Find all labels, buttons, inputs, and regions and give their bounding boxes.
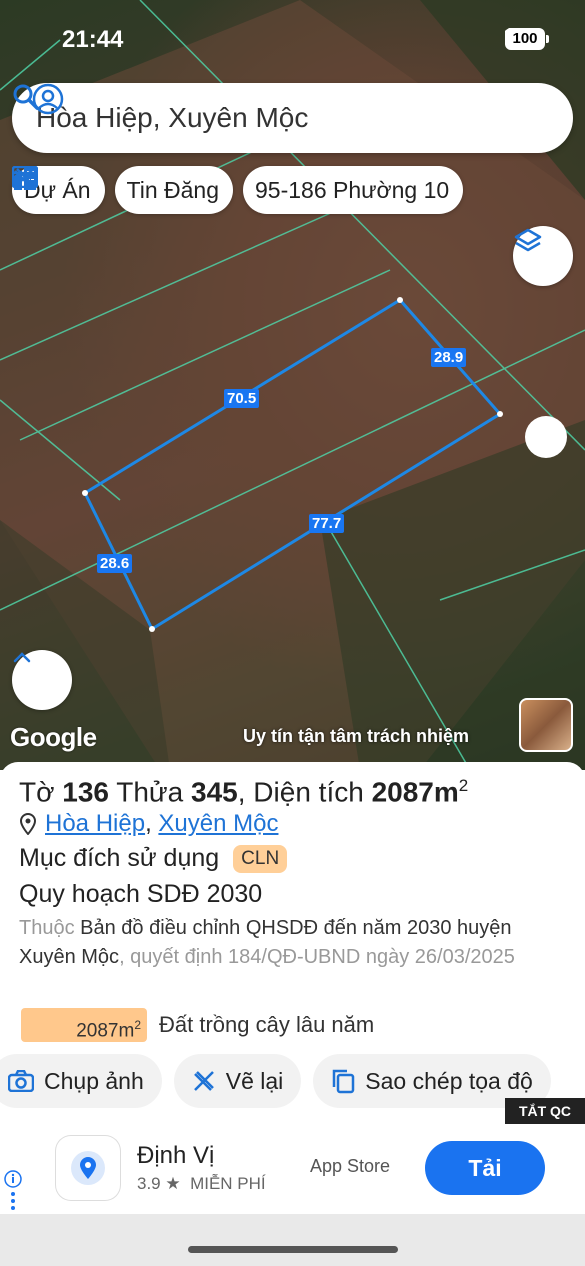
layers-icon bbox=[514, 228, 542, 252]
land-type-row: 2087m2 Đất trồng cây lâu năm bbox=[21, 1008, 374, 1042]
area-bar: 2087m2 bbox=[21, 1008, 147, 1042]
plan-description: Thuộc Bản đồ điều chỉnh QHSDĐ đến năm 20… bbox=[19, 917, 515, 968]
land-type-label: Đất trồng cây lâu năm bbox=[159, 1012, 375, 1037]
satellite-map[interactable]: 70.5 28.9 77.7 28.6 21:44 100 Hòa Hiệp, … bbox=[0, 0, 585, 770]
purpose-badge: CLN bbox=[233, 844, 288, 873]
chip-phuong-10[interactable]: 95-186 Phường 10 bbox=[14, 166, 464, 214]
search-icon[interactable] bbox=[12, 83, 40, 111]
measure-right-label: 28.9 bbox=[431, 348, 467, 367]
install-button[interactable]: Tải bbox=[425, 1141, 545, 1195]
home-indicator[interactable] bbox=[188, 1246, 398, 1253]
google-logo: Google bbox=[10, 722, 97, 752]
chip-tin-dang[interactable]: Tin Đăng bbox=[12, 166, 234, 214]
status-bar: 21:44 100 bbox=[0, 22, 585, 58]
camera-icon bbox=[8, 1070, 34, 1092]
filter-chips: Dự Án Tin Đăng 95-186 Phường 10 bbox=[12, 166, 464, 214]
measure-top-label: 70.5 bbox=[224, 389, 260, 408]
area-value: 2087m bbox=[371, 776, 459, 808]
ruler-cross-icon bbox=[193, 1071, 214, 1091]
close-ad-button[interactable]: TẮT QC bbox=[505, 1098, 585, 1124]
layers-button[interactable] bbox=[513, 226, 573, 286]
location-row: Hòa Hiệp, Xuyên Mộc bbox=[19, 810, 278, 838]
location-pin-icon bbox=[71, 1151, 105, 1185]
battery-indicator: 100 bbox=[505, 28, 549, 50]
parcel-info-sheet: Tờ 136 Thửa 345, Diện tích 2087m2 Hòa Hi… bbox=[0, 762, 585, 1122]
commune-link[interactable]: Hòa Hiệp bbox=[45, 810, 145, 837]
slogan-text: Uy tín tận tâm trách nhiệm bbox=[243, 726, 470, 746]
measure-left-label: 28.6 bbox=[97, 554, 133, 573]
pin-icon bbox=[19, 813, 37, 835]
purpose-label: Mục đích sử dụng bbox=[19, 844, 220, 872]
app-store-label: App Store bbox=[310, 1156, 391, 1176]
chip-label: 95-186 Phường 10 bbox=[255, 176, 450, 203]
purpose-row: Mục đích sử dụng CLN bbox=[19, 844, 288, 873]
chevron-up-icon bbox=[13, 652, 31, 663]
plan-title: Quy hoạch SDĐ 2030 bbox=[19, 880, 263, 908]
redraw-button[interactable]: Vẽ lại bbox=[173, 1054, 302, 1108]
ruler-cross-icon bbox=[14, 168, 34, 188]
clock: 21:44 bbox=[62, 26, 124, 53]
expand-up-button[interactable] bbox=[12, 650, 72, 710]
search-bar[interactable]: Hòa Hiệp, Xuyên Mộc bbox=[12, 83, 573, 153]
bottom-bar bbox=[0, 1214, 585, 1266]
app-name: Định Vị bbox=[137, 1142, 215, 1169]
photo-thumbnail[interactable] bbox=[519, 698, 573, 752]
parcel-number: 345 bbox=[191, 776, 238, 808]
district-link[interactable]: Xuyên Mộc bbox=[158, 810, 278, 837]
ad-banner[interactable]: Định Vị 3.9 ★ MIỄN PHÍ App Store Tải bbox=[0, 1124, 585, 1214]
search-query[interactable]: Hòa Hiệp, Xuyên Mộc bbox=[36, 102, 573, 134]
action-buttons: Chụp ảnh Vẽ lại Sao chép tọa độ bbox=[0, 1054, 551, 1108]
app-meta: 3.9 ★ MIỄN PHÍ bbox=[137, 1174, 266, 1193]
parcel-title: Tờ 136 Thửa 345, Diện tích 2087m2 bbox=[19, 776, 469, 808]
map-handle-button[interactable] bbox=[525, 416, 567, 458]
sheet-number: 136 bbox=[62, 776, 109, 808]
copy-icon bbox=[333, 1069, 355, 1094]
measure-bottom-label: 77.7 bbox=[309, 514, 345, 533]
chip-label: Tin Đăng bbox=[126, 176, 220, 203]
ad-info-icon[interactable] bbox=[4, 1170, 22, 1212]
capture-photo-button[interactable]: Chụp ảnh bbox=[0, 1054, 162, 1108]
app-icon[interactable] bbox=[56, 1136, 120, 1200]
